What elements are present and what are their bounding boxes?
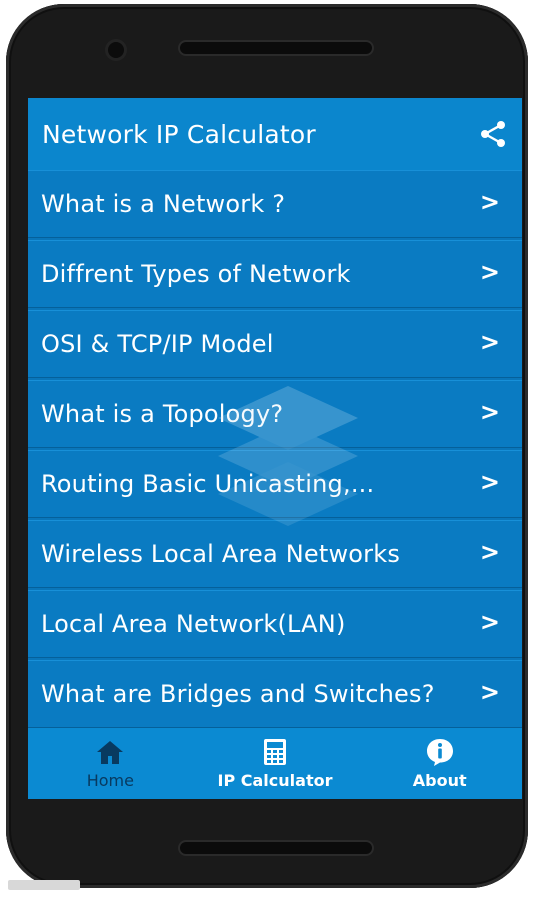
list-item-wireless-lan[interactable]: Wireless Local Area Networks > xyxy=(28,520,522,588)
list-item-label: What is a Topology? xyxy=(41,400,284,428)
app-bar: Network IP Calculator xyxy=(28,98,522,170)
chevron-right-icon: > xyxy=(479,468,500,496)
chevron-right-icon: > xyxy=(479,678,500,706)
list-item-topology[interactable]: What is a Topology? > xyxy=(28,380,522,448)
app-title: Network IP Calculator xyxy=(42,119,316,149)
nav-home[interactable]: Home xyxy=(28,728,193,799)
list-item-lan[interactable]: Local Area Network(LAN) > xyxy=(28,590,522,658)
list-item-label: Diffrent Types of Network xyxy=(41,260,351,288)
front-camera xyxy=(108,42,124,58)
app-screen: Network IP Calculator What is a Network … xyxy=(28,98,522,799)
chevron-right-icon: > xyxy=(479,258,500,286)
info-icon xyxy=(426,739,453,766)
phone-frame: Network IP Calculator What is a Network … xyxy=(6,4,528,888)
home-icon xyxy=(97,741,124,764)
list-item-label: What is a Network ? xyxy=(41,190,286,218)
chevron-right-icon: > xyxy=(479,328,500,356)
list-item-label: Routing Basic Unicasting,... xyxy=(41,470,375,498)
nav-about[interactable]: About xyxy=(357,728,522,799)
nav-about-label: About xyxy=(412,771,467,790)
top-speaker xyxy=(180,42,372,54)
bottom-speaker xyxy=(180,842,372,854)
share-icon[interactable] xyxy=(478,119,508,149)
list-item-types-of-network[interactable]: Diffrent Types of Network > xyxy=(28,240,522,308)
list-item-label: OSI & TCP/IP Model xyxy=(41,330,274,358)
chevron-right-icon: > xyxy=(479,608,500,636)
nav-ip-calculator-label: IP Calculator xyxy=(217,771,333,790)
calculator-icon xyxy=(264,739,286,765)
chevron-right-icon: > xyxy=(479,398,500,426)
list-item-label: What are Bridges and Switches? xyxy=(41,680,435,708)
chevron-right-icon: > xyxy=(479,538,500,566)
list-item-label: Local Area Network(LAN) xyxy=(41,610,346,638)
nav-ip-calculator[interactable]: IP Calculator xyxy=(193,728,358,799)
list-item-bridges-switches[interactable]: What are Bridges and Switches? > xyxy=(28,660,522,728)
list-item-label: Wireless Local Area Networks xyxy=(41,540,401,568)
nav-home-label: Home xyxy=(86,771,134,790)
corner-badge xyxy=(8,880,80,890)
list-item-routing[interactable]: Routing Basic Unicasting,... > xyxy=(28,450,522,518)
topic-list: What is a Network ? > Diffrent Types of … xyxy=(28,170,522,730)
bottom-navigation: Home IP Calculator About xyxy=(28,728,522,799)
chevron-right-icon: > xyxy=(479,188,500,216)
list-item-osi-model[interactable]: OSI & TCP/IP Model > xyxy=(28,310,522,378)
list-item-what-is-network[interactable]: What is a Network ? > xyxy=(28,170,522,238)
